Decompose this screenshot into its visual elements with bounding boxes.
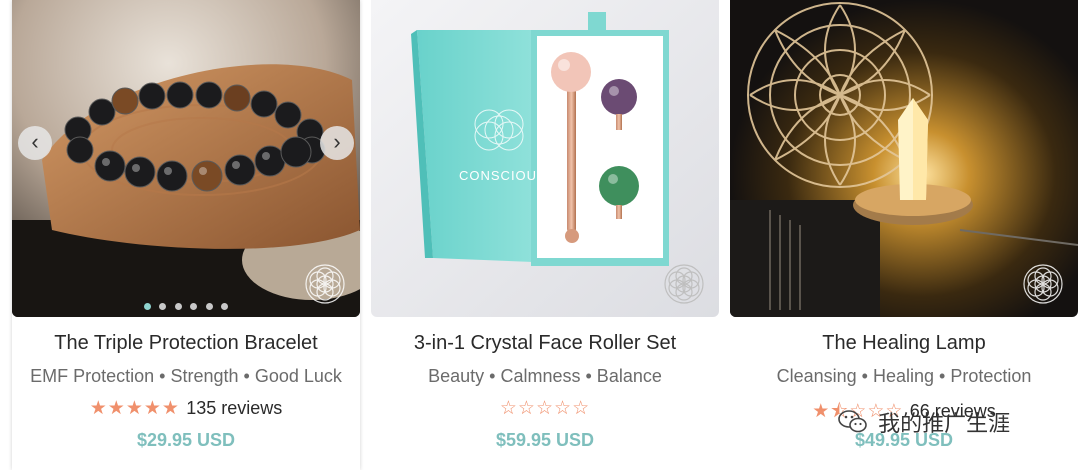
star-empty-icon: ☆ <box>535 398 555 419</box>
star-empty-icon: ☆ <box>499 398 518 419</box>
product-image-healing-lamp[interactable] <box>730 0 1078 317</box>
product-title[interactable]: The Triple Protection Bracelet <box>12 332 360 355</box>
carousel-dot[interactable] <box>174 303 182 310</box>
wechat-icon <box>838 410 867 433</box>
product-image-face-roller[interactable]: CONSCIOUS <box>371 0 719 317</box>
product-card-bracelet[interactable]: ‹ › The Triple Protection Bracelet EMF P… <box>12 0 360 470</box>
flower-of-life-icon <box>664 264 704 304</box>
product-card-face-roller[interactable]: CONSCIOUS 3-in-1 Crystal Face Roller Set… <box>371 0 719 470</box>
carousel-dot[interactable] <box>143 303 151 310</box>
product-rating[interactable]: ★★★★★ 135 reviews <box>12 397 360 420</box>
product-tags: Cleansing • Healing • Protection <box>776 366 1032 386</box>
star-empty-icon: ☆ <box>554 398 573 419</box>
box-brand-text: CONSCIOUS <box>459 168 547 183</box>
product-image-bracelet[interactable]: ‹ › <box>12 0 360 317</box>
product-card-healing-lamp[interactable]: The Healing Lamp Cleansing • Healing • P… <box>730 0 1078 470</box>
star-empty-icon: ☆ <box>517 398 536 419</box>
product-price: $29.95 USD <box>136 430 236 450</box>
carousel-prev-button[interactable]: ‹ <box>18 126 52 160</box>
carousel-dot[interactable] <box>159 303 167 310</box>
chevron-right-icon: › <box>333 129 341 154</box>
product-tags: Beauty • Calmness • Balance <box>428 366 662 386</box>
flower-of-life-icon <box>305 264 345 304</box>
wechat-watermark: 我的推广生涯 <box>838 406 1058 440</box>
carousel-next-button[interactable]: › <box>320 126 354 160</box>
star-full-icon: ★ <box>107 398 126 419</box>
star-full-icon: ★ <box>143 398 162 419</box>
product-rating[interactable]: ☆☆☆☆☆ <box>371 397 719 420</box>
star-rating: ★★★★★ <box>90 398 187 419</box>
review-count: 135 reviews <box>186 398 283 418</box>
product-title[interactable]: 3-in-1 Crystal Face Roller Set <box>371 332 719 355</box>
star-full-icon: ★ <box>89 398 108 419</box>
carousel-dot[interactable] <box>190 303 198 310</box>
star-rating: ☆☆☆☆☆ <box>500 398 590 419</box>
product-title[interactable]: The Healing Lamp <box>730 332 1078 355</box>
flower-of-life-icon <box>1023 264 1063 304</box>
star-full-icon: ★ <box>161 398 180 419</box>
chevron-left-icon: ‹ <box>31 129 39 154</box>
star-full-icon: ★ <box>812 401 831 422</box>
product-tags: EMF Protection • Strength • Good Luck <box>30 366 342 386</box>
carousel-dot[interactable] <box>221 303 229 310</box>
watermark-text: 我的推广生涯 <box>878 411 1011 436</box>
star-full-icon: ★ <box>125 398 144 419</box>
carousel-dot[interactable] <box>205 303 213 310</box>
product-price: $59.95 USD <box>495 430 595 450</box>
star-empty-icon: ☆ <box>572 398 591 419</box>
